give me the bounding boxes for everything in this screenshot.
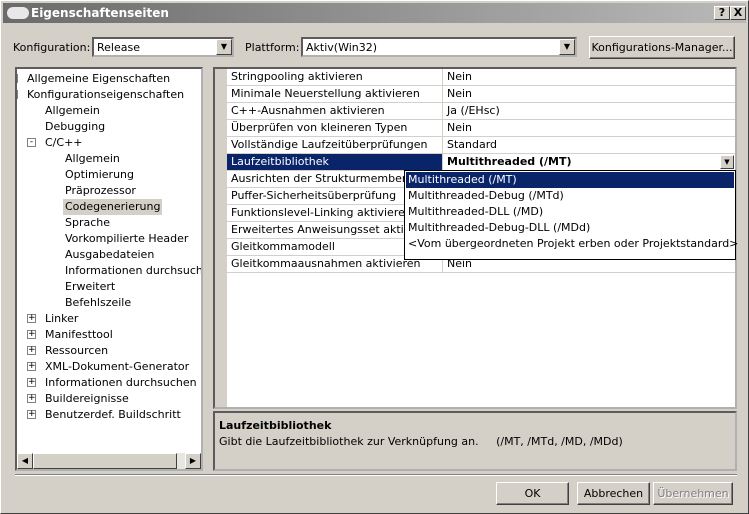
- tree-item[interactable]: Benutzerdef. Buildschritt: [45, 407, 181, 423]
- konfiguration-label: Konfiguration:: [13, 41, 91, 54]
- property-row[interactable]: Überprüfen von kleineren Typen Nein: [227, 120, 735, 137]
- tree-item[interactable]: Manifesttool: [45, 327, 113, 343]
- tree-item[interactable]: Befehlszeile: [65, 295, 131, 311]
- scroll-left-icon[interactable]: ◀: [17, 453, 33, 469]
- configuration-manager-button[interactable]: Konfigurations-Manager...: [589, 36, 735, 59]
- expand-icon[interactable]: +: [17, 74, 18, 83]
- chevron-down-icon[interactable]: ▼: [559, 39, 575, 55]
- collapse-icon[interactable]: -: [17, 90, 18, 99]
- description-text: Gibt die Laufzeitbibliothek zur Verknüpf…: [219, 435, 623, 448]
- properties-dialog: Eigenschaftenseiten ? X Konfiguration: R…: [0, 0, 749, 514]
- property-name[interactable]: Vollständige Laufzeitüberprüfungen: [227, 137, 443, 153]
- property-name[interactable]: Laufzeitbibliothek: [227, 154, 443, 170]
- tree-item[interactable]: Konfigurationseigenschaften: [27, 87, 184, 103]
- app-icon: [7, 7, 29, 19]
- tree-item[interactable]: Linker: [45, 311, 78, 327]
- property-value[interactable]: Ja (/EHsc): [444, 103, 734, 119]
- property-name[interactable]: Minimale Neuerstellung aktivieren: [227, 86, 443, 102]
- dropdown-option[interactable]: Multithreaded-Debug (/MTd): [406, 188, 734, 204]
- tree-item[interactable]: Ressourcen: [45, 343, 108, 359]
- collapse-icon[interactable]: -: [27, 138, 36, 147]
- close-button[interactable]: X: [730, 6, 746, 20]
- plattform-value: Aktiv(Win32): [306, 41, 378, 54]
- dropdown-option[interactable]: Multithreaded-DLL (/MD): [406, 204, 734, 220]
- property-value[interactable]: Standard: [444, 137, 734, 153]
- expand-icon[interactable]: +: [27, 330, 36, 339]
- tree-item[interactable]: Optimierung: [65, 167, 134, 183]
- property-row[interactable]: Minimale Neuerstellung aktivieren Nein: [227, 86, 735, 103]
- konfiguration-select[interactable]: Release ▼: [92, 37, 234, 57]
- property-row[interactable]: Stringpooling aktivieren Nein: [227, 69, 735, 86]
- expand-icon[interactable]: +: [27, 362, 36, 371]
- property-row[interactable]: Laufzeitbibliothek Multithreaded (/MT) ▼: [227, 154, 735, 171]
- tree-item[interactable]: Codegenerierung: [63, 199, 163, 215]
- property-row[interactable]: C++-Ausnahmen aktivieren Ja (/EHsc): [227, 103, 735, 120]
- plattform-select[interactable]: Aktiv(Win32) ▼: [301, 37, 577, 57]
- property-row[interactable]: Vollständige Laufzeitüberprüfungen Standa…: [227, 137, 735, 154]
- tree-item[interactable]: Präprozessor: [65, 183, 136, 199]
- cancel-button[interactable]: Abbrechen: [577, 482, 650, 505]
- dropdown-option[interactable]: Multithreaded (/MT): [406, 172, 734, 188]
- separator: [15, 474, 737, 476]
- tree-item[interactable]: Informationen durchsuchen: [65, 263, 201, 279]
- tree-item[interactable]: Allgemeine Eigenschaften: [27, 71, 170, 87]
- expand-icon[interactable]: +: [27, 314, 36, 323]
- category-tree[interactable]: +Allgemeine Eigenschaften-Konfigurations…: [15, 67, 203, 471]
- property-value[interactable]: Nein: [444, 120, 734, 136]
- tree-item[interactable]: Allgemein: [65, 151, 120, 167]
- scroll-thumb[interactable]: [33, 453, 177, 469]
- property-value[interactable]: Multithreaded (/MT): [444, 154, 734, 170]
- tree-item[interactable]: XML-Dokument-Generator: [45, 359, 189, 375]
- chevron-down-icon[interactable]: ▼: [720, 155, 734, 169]
- chevron-down-icon[interactable]: ▼: [216, 39, 232, 55]
- tree-item[interactable]: Buildereignisse: [45, 391, 129, 407]
- property-name[interactable]: C++-Ausnahmen aktivieren: [227, 103, 443, 119]
- expand-icon[interactable]: +: [27, 394, 36, 403]
- expand-icon[interactable]: +: [27, 410, 36, 419]
- window-title: Eigenschaftenseiten: [31, 6, 169, 20]
- expand-icon[interactable]: +: [27, 378, 36, 387]
- grid-gutter: [215, 69, 227, 407]
- tree-horizontal-scrollbar[interactable]: ◀ ▶: [17, 453, 201, 469]
- tree-item[interactable]: Informationen durchsuchen: [45, 375, 197, 391]
- property-value[interactable]: Nein: [444, 69, 734, 85]
- description-title: Laufzeitbibliothek: [219, 419, 332, 432]
- property-name[interactable]: Überprüfen von kleineren Typen: [227, 120, 443, 136]
- tree-item[interactable]: Vorkompilierte Header: [65, 231, 188, 247]
- tree-item[interactable]: Allgemein: [45, 103, 100, 119]
- runtime-library-dropdown-list[interactable]: Multithreaded (/MT) Multithreaded-Debug (…: [404, 170, 738, 260]
- property-name[interactable]: Stringpooling aktivieren: [227, 69, 443, 85]
- tree-item[interactable]: C/C++: [45, 135, 83, 151]
- tree-item[interactable]: Erweitert: [65, 279, 115, 295]
- title-bar[interactable]: Eigenschaftenseiten ? X: [3, 3, 746, 23]
- apply-button[interactable]: Übernehmen: [653, 482, 733, 505]
- dropdown-option[interactable]: <Vom übergeordneten Projekt erben oder P…: [406, 236, 738, 252]
- tree-item[interactable]: Ausgabedateien: [65, 247, 154, 263]
- plattform-label: Plattform:: [245, 41, 300, 54]
- expand-icon[interactable]: +: [27, 346, 36, 355]
- property-value[interactable]: Nein: [444, 86, 734, 102]
- dropdown-option[interactable]: Multithreaded-Debug-DLL (/MDd): [406, 220, 734, 236]
- description-panel: Laufzeitbibliothek Gibt die Laufzeitbibl…: [213, 411, 737, 471]
- tree-item[interactable]: Debugging: [45, 119, 105, 135]
- tree-item[interactable]: Sprache: [65, 215, 110, 231]
- konfiguration-value: Release: [97, 41, 140, 54]
- ok-button[interactable]: OK: [496, 482, 569, 505]
- help-button[interactable]: ?: [714, 6, 730, 20]
- scroll-right-icon[interactable]: ▶: [185, 453, 201, 469]
